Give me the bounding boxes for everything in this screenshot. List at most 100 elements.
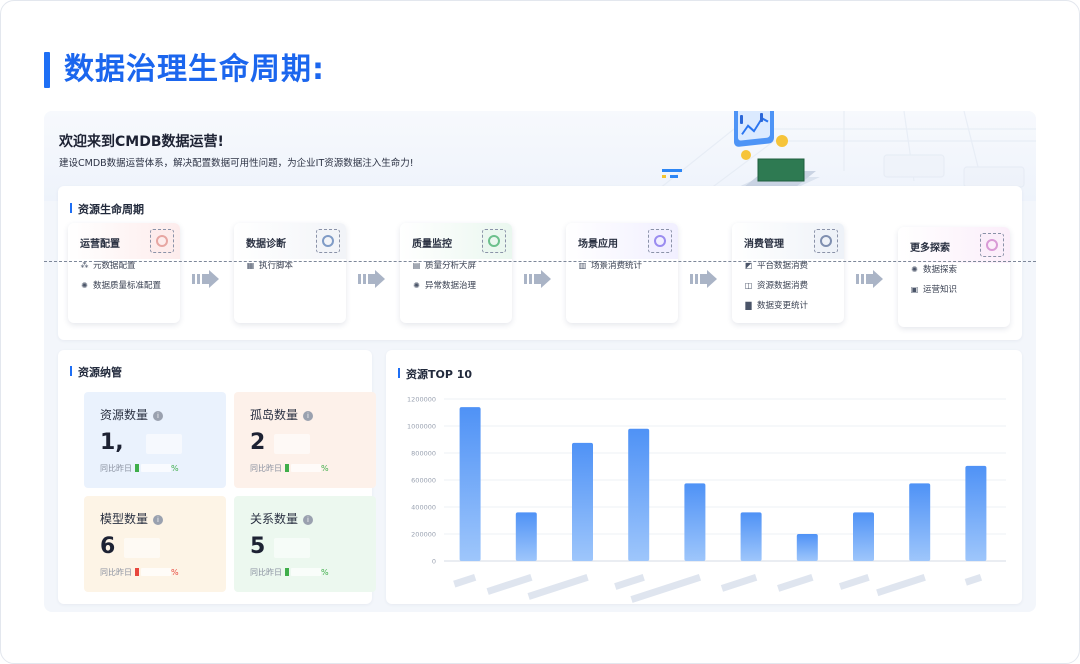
redacted-percent <box>291 568 321 576</box>
y-tick-label: 1000000 <box>407 423 436 431</box>
stage-menu-item-label: 数据变更统计 <box>757 301 809 311</box>
stat-value: 5 <box>250 534 266 559</box>
stat-card: 模型数量 i 6 同比昨日% <box>84 496 226 592</box>
stat-label-text: 孤岛数量 <box>250 408 299 422</box>
stat-value: 2 <box>250 430 266 455</box>
chart-bar[interactable] <box>853 512 874 561</box>
stat-label: 关系数量 i <box>250 510 314 527</box>
monitor-icon <box>482 229 506 253</box>
stat-compare: 同比昨日% <box>250 463 329 474</box>
chart-bar[interactable] <box>572 442 593 561</box>
redacted-x-label <box>964 574 983 586</box>
lifecycle-stage: 更多探索 ✺ 数据探索 ▣ 运营知识 <box>898 227 1010 327</box>
redacted-x-label <box>838 574 870 590</box>
chart-bar[interactable] <box>628 428 650 561</box>
y-tick-label: 0 <box>432 558 436 566</box>
redacted-x-label <box>777 574 814 592</box>
title-accent-bar <box>44 52 50 88</box>
redacted-value <box>274 434 310 454</box>
info-icon[interactable]: i <box>153 411 164 421</box>
stage-menu-item[interactable]: ✺ 数据质量标准配置 <box>80 279 161 291</box>
redacted-x-label <box>527 574 589 600</box>
stage-menu-item-label: 数据探索 <box>923 265 958 275</box>
chart-bar[interactable] <box>515 512 537 561</box>
trend-icon <box>135 568 139 576</box>
y-tick-label: 800000 <box>411 450 436 458</box>
flow-arrow-icon <box>358 270 385 288</box>
stage-menu-item[interactable]: ◫ 资源数据消费 <box>744 279 808 291</box>
trend-icon <box>285 568 289 576</box>
chart-bar[interactable] <box>459 407 481 561</box>
stage-menu-item-label: 元数据配置 <box>93 261 136 271</box>
chart-icon: ◩ <box>744 261 753 270</box>
redacted-value <box>146 434 182 454</box>
info-icon[interactable]: i <box>303 411 314 421</box>
chart-bar[interactable] <box>965 465 987 561</box>
redacted-x-label <box>486 574 533 595</box>
chart-bar[interactable] <box>740 512 762 561</box>
welcome-title: 欢迎来到CMDB数据运营! <box>59 134 224 150</box>
lifecycle-stage: 场景应用 ▥ 场景消费统计 <box>566 223 678 323</box>
compare-label: 同比昨日 <box>250 568 282 577</box>
y-tick-label: 1200000 <box>407 396 436 404</box>
chart-bar[interactable] <box>909 483 931 561</box>
screen-icon: ▤ <box>412 261 421 270</box>
percent-sign: % <box>171 464 179 473</box>
redacted-percent <box>291 464 321 472</box>
redacted-x-label <box>614 574 645 590</box>
stat-compare: 同比昨日% <box>250 567 329 578</box>
resources-title: 资源纳管 <box>70 366 122 379</box>
lifecycle-stage: 数据诊断 ▦ 执行脚本 <box>234 223 346 323</box>
lifecycle-stage: 消费管理 ◩ 平台数据消费 ◫ 资源数据消费 ▇ 数据变更统计 <box>732 223 844 323</box>
diagnosis-icon <box>316 229 340 253</box>
stage-menu-item-label: 平台数据消费 <box>757 261 809 271</box>
stage-menu-item-label: 质量分析大屏 <box>425 261 477 271</box>
stage-menu-item[interactable]: ▣ 运营知识 <box>910 283 957 295</box>
stage-menu-item[interactable]: ✺ 数据探索 <box>910 263 957 275</box>
stage-name: 数据诊断 <box>246 239 286 250</box>
dashed-divider <box>44 261 1036 262</box>
stage-menu-item[interactable]: ▇ 数据变更统计 <box>744 299 808 311</box>
compare-label: 同比昨日 <box>250 464 282 473</box>
y-tick-label: 200000 <box>411 531 436 539</box>
y-tick-label: 600000 <box>411 477 436 485</box>
chart-bar[interactable] <box>684 483 706 561</box>
explore-icon <box>980 233 1004 257</box>
stat-label-text: 模型数量 <box>100 512 149 526</box>
redacted-x-label <box>876 574 926 597</box>
chart-bar[interactable] <box>796 534 818 561</box>
stage-name: 更多探索 <box>910 243 950 254</box>
redacted-percent <box>141 568 171 576</box>
stat-value: 6 <box>100 534 116 559</box>
trend-icon <box>135 464 139 472</box>
percent-sign: % <box>171 568 179 577</box>
dashboard-screenshot: 欢迎来到CMDB数据运营! 建设CMDB数据运营体系，解决配置数据可用性问题，为… <box>44 111 1036 612</box>
scene-icon <box>648 229 672 253</box>
redacted-x-label <box>453 574 477 588</box>
stage-menu-item-label: 执行脚本 <box>259 261 294 271</box>
stage-name: 消费管理 <box>744 239 784 250</box>
stage-menu-item-label: 异常数据治理 <box>425 281 477 291</box>
lifecycle-stage: 质量监控 ▤ 质量分析大屏 ✺ 异常数据治理 <box>400 223 512 323</box>
stat-label: 模型数量 i <box>100 510 164 527</box>
stats-icon: ▥ <box>578 261 587 270</box>
script-icon: ▦ <box>246 261 255 270</box>
settings-icon <box>150 229 174 253</box>
stage-menu-item-label: 资源数据消费 <box>757 281 809 291</box>
page-title: 数据治理生命周期: <box>64 52 325 87</box>
info-icon[interactable]: i <box>303 515 314 525</box>
consume-icon <box>814 229 838 253</box>
compare-label: 同比昨日 <box>100 568 132 577</box>
stat-label-text: 资源数量 <box>100 408 149 422</box>
stage-menu-item-label: 场景消费统计 <box>591 261 643 271</box>
gear-icon: ✺ <box>413 281 420 290</box>
knowledge-icon: ▣ <box>910 285 919 294</box>
gear-icon: ✺ <box>81 281 88 290</box>
redacted-x-label <box>720 574 758 592</box>
stat-card: 关系数量 i 5 同比昨日% <box>234 496 376 592</box>
stat-label: 资源数量 i <box>100 406 164 423</box>
stat-value: 1, <box>100 430 124 455</box>
stage-menu-item[interactable]: ✺ 异常数据治理 <box>412 279 476 291</box>
redacted-value <box>274 538 310 558</box>
info-icon[interactable]: i <box>153 515 164 525</box>
